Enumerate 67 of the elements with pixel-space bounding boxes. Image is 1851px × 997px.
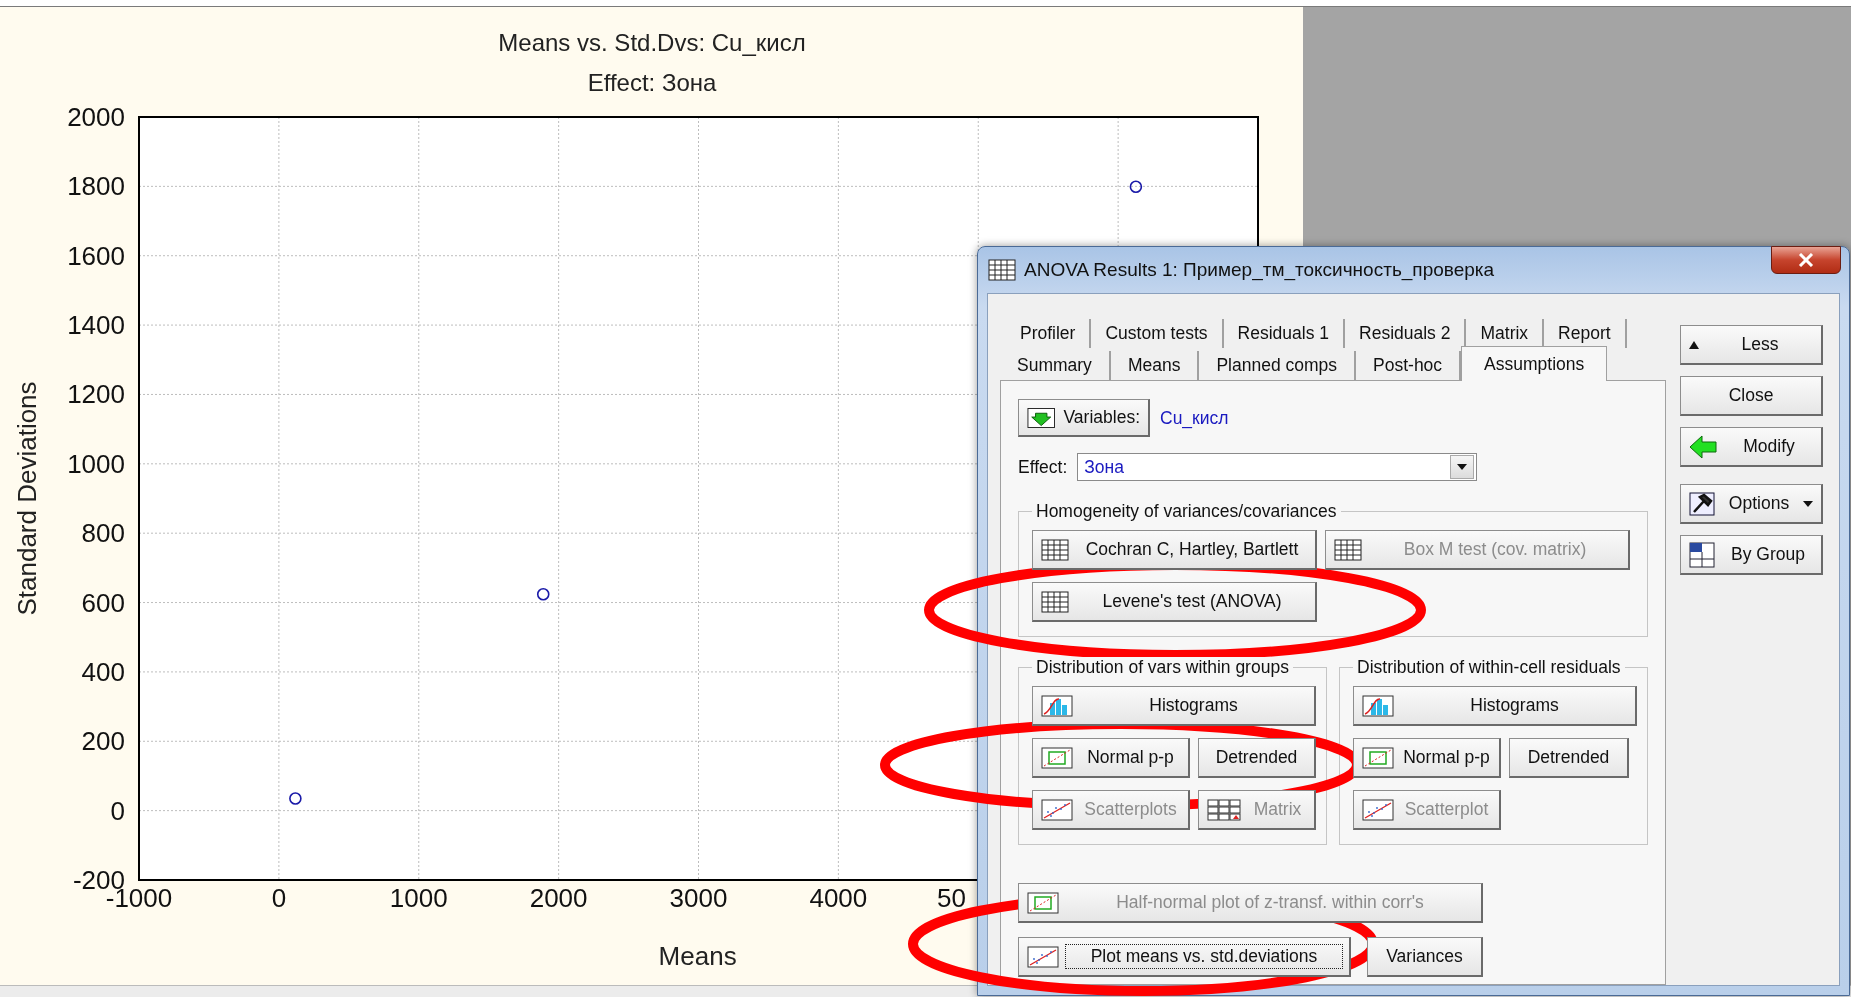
dialog-button[interactable]: Detrended: [1509, 738, 1629, 778]
dialog-button[interactable]: Histograms: [1032, 686, 1316, 726]
side-button[interactable]: By Group: [1680, 535, 1823, 575]
y-tick-label: 600: [81, 587, 125, 618]
effect-dropdown[interactable]: Зона: [1077, 453, 1478, 481]
hammer-icon: [1689, 491, 1715, 516]
close-button[interactable]: [1771, 246, 1841, 274]
y-tick-label: 200: [81, 726, 125, 757]
y-tick-label: 1000: [67, 448, 125, 479]
side-button[interactable]: Options: [1680, 484, 1823, 524]
scatterplot-icon: [1362, 798, 1394, 821]
dialog-button[interactable]: Histograms: [1353, 686, 1637, 726]
y-tick-label: 0: [110, 795, 125, 826]
dialog-button[interactable]: Normal p-p: [1032, 738, 1190, 778]
table-icon: [1041, 590, 1069, 613]
histogram-icon: [1362, 694, 1394, 717]
caret-icon: [1803, 500, 1813, 507]
scatterplot-icon: [1041, 798, 1073, 821]
table-icon: [1334, 538, 1362, 561]
data-point: [289, 792, 302, 805]
y-tick-label: 400: [81, 656, 125, 687]
table-icon: [988, 259, 1016, 281]
y-tick-label: 1600: [67, 240, 125, 271]
dialog-button[interactable]: Normal p-p: [1353, 738, 1501, 778]
y-tick-label: 800: [81, 518, 125, 549]
scatterplot-icon: [1027, 945, 1059, 968]
triangle-up-icon: [1689, 340, 1699, 349]
chart-subtitle: Effect: Зона: [587, 69, 717, 96]
side-button[interactable]: Close: [1680, 376, 1823, 416]
close-icon: [1798, 253, 1814, 267]
dialog-button[interactable]: Variances: [1367, 937, 1483, 977]
x-axis-title: Means: [658, 941, 737, 971]
x-tick-label: 3000: [669, 883, 728, 913]
probability-plot-icon: [1362, 746, 1394, 769]
arrow-down-icon: [1027, 406, 1056, 429]
y-tick-label: 2000: [67, 102, 125, 132]
matrix-plot-icon: [1207, 798, 1241, 821]
dialog-button[interactable]: Levene's test (ANOVA): [1032, 582, 1317, 622]
x-tick-label: 4000: [809, 883, 868, 913]
histogram-icon: [1041, 694, 1073, 717]
dropdown-arrow-icon: [1457, 464, 1468, 470]
arrow-left-icon: [1689, 434, 1717, 459]
chart-title: Means vs. Std.Dvs: Cu_кисл: [498, 29, 806, 56]
y-axis-title: Standard Deviations: [12, 381, 42, 616]
probability-plot-icon: [1041, 746, 1073, 769]
x-tick-label: 2000: [529, 883, 588, 913]
x-tick-label: 0: [271, 883, 287, 913]
data-point: [536, 587, 550, 601]
probability-plot-icon: [1027, 891, 1059, 914]
y-tick-label: 1200: [67, 379, 125, 410]
dialog-button[interactable]: Plot means vs. std.deviations: [1018, 937, 1351, 977]
y-tick-label: 1400: [67, 310, 125, 341]
group-table-icon: [1689, 541, 1715, 568]
variables-button[interactable]: Variables:: [1018, 399, 1150, 437]
table-icon: [1041, 538, 1069, 561]
dialog-button[interactable]: Cochran C, Hartley, Bartlett: [1032, 530, 1317, 570]
y-tick-label: 1800: [67, 171, 125, 202]
variable-name: Cu_кисл: [1160, 407, 1229, 429]
dialog-button[interactable]: Detrended: [1198, 738, 1316, 778]
x-tick-label: 1000: [389, 883, 448, 913]
tab[interactable]: Assumptions: [1461, 346, 1608, 381]
effect-label: Effect:: [1018, 456, 1068, 478]
data-point: [1129, 180, 1143, 193]
window-title: ANOVA Results 1: Пример_тм_токсичность_проверка: [1024, 259, 1496, 281]
side-button[interactable]: Modify: [1680, 427, 1823, 467]
x-tick-label: 50: [937, 883, 966, 913]
side-button[interactable]: Less: [1680, 325, 1823, 365]
